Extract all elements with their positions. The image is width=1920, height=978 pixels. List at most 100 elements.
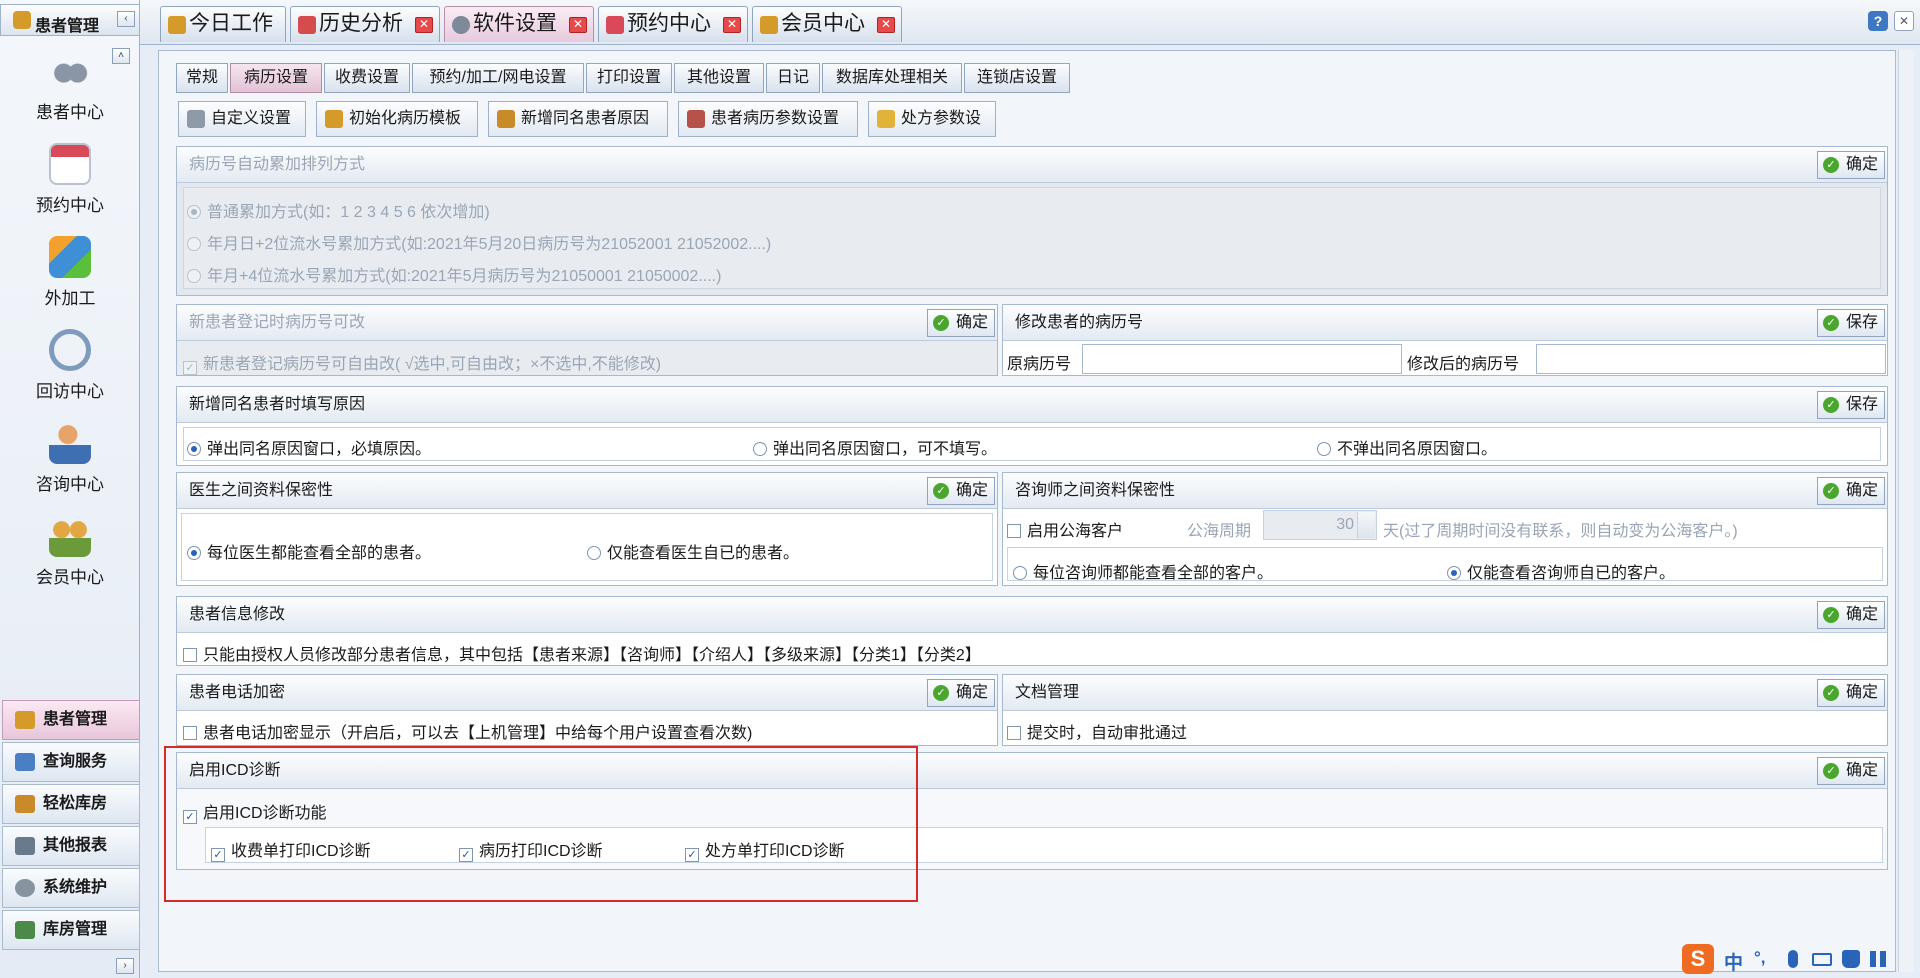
ime-language-toggle[interactable]: 中 — [1724, 948, 1743, 975]
tab-software-settings[interactable]: 软件设置 ✕ — [444, 6, 594, 42]
radio-reason-optional[interactable]: 弹出同名原因窗口，可不填写。 — [753, 435, 997, 459]
checkbox[interactable] — [183, 726, 197, 740]
subtab-medical-record[interactable]: 病历设置 — [230, 63, 322, 93]
radio-no-popup[interactable]: 不弹出同名原因窗口。 — [1317, 435, 1497, 459]
close-icon[interactable]: ✕ — [569, 17, 587, 33]
subtab-diary[interactable]: 日记 — [766, 63, 820, 93]
radio-consultant-view-own[interactable]: 仅能查看咨询师自已的客户。 — [1447, 559, 1675, 583]
window-close-icon[interactable]: ✕ — [1894, 11, 1914, 31]
confirm-button[interactable]: ✓ 确定 — [1816, 601, 1885, 629]
sidebar-item-label: 咨询中心 — [36, 475, 104, 494]
checkbox-phone-encryption[interactable]: 患者电话加密显示（开启后，可以去【上机管理】中给每个用户设置查看次数) — [183, 719, 752, 743]
radio-button[interactable] — [187, 442, 201, 456]
checkbox[interactable] — [1007, 524, 1021, 538]
checkbox[interactable] — [1007, 726, 1021, 740]
close-icon[interactable]: ✕ — [877, 17, 895, 33]
close-icon[interactable]: ✕ — [723, 17, 741, 33]
sidebar-item-patient-center[interactable]: 患者中心 — [10, 50, 130, 123]
confirm-button[interactable]: ✓ 确定 — [926, 309, 995, 337]
sidebar-group-patient-management[interactable]: 患者管理 — [2, 700, 140, 740]
radio-button[interactable] — [187, 205, 201, 219]
ime-logo-icon[interactable]: S — [1682, 944, 1714, 974]
checkbox-editable-record-no[interactable]: ✓ 新患者登记病历号可自由改( √选中,可自由改；×不选中,不能修改) — [183, 350, 661, 375]
radio-button[interactable] — [1317, 442, 1331, 456]
apps-grid-icon[interactable] — [1870, 951, 1886, 967]
radio-button[interactable] — [187, 269, 201, 283]
sidebar-group-system-maintenance[interactable]: 系统维护 — [2, 868, 140, 908]
subtab-chain-store[interactable]: 连锁店设置 — [964, 63, 1070, 93]
save-button[interactable]: ✓ 保存 — [1816, 309, 1885, 337]
confirm-button[interactable]: ✓ 确定 — [1816, 151, 1885, 179]
sidebar-header: 患者管理 ‹ — [0, 4, 140, 36]
subtab-other[interactable]: 其他设置 — [674, 63, 764, 93]
home-icon — [168, 16, 186, 34]
checkbox-auto-approve[interactable]: 提交时，自动审批通过 — [1007, 719, 1187, 743]
checkbox-public-pool[interactable]: 启用公海客户 — [1007, 517, 1123, 541]
sidebar-expand-button[interactable]: › — [116, 958, 134, 974]
radio-button[interactable] — [587, 546, 601, 560]
radio-button[interactable] — [187, 237, 201, 251]
sidebar-item-member-center[interactable]: 会员中心 — [10, 515, 130, 588]
skin-icon[interactable] — [1842, 950, 1860, 968]
new-record-no-input[interactable] — [1536, 344, 1886, 374]
radio-doctor-view-own[interactable]: 仅能查看医生自已的患者。 — [587, 539, 799, 563]
vertical-scrollbar[interactable] — [1898, 50, 1914, 972]
sidebar-item-appointment-center[interactable]: 预约中心 — [10, 143, 130, 216]
subtab-charge[interactable]: 收费设置 — [324, 63, 410, 93]
microphone-icon[interactable] — [1788, 950, 1798, 968]
original-record-no-input[interactable] — [1082, 344, 1402, 374]
sidebar-item-label: 回访中心 — [36, 382, 104, 401]
panel-title: 医生之间资料保密性 — [177, 473, 997, 509]
public-pool-period-input[interactable]: 30 — [1263, 510, 1377, 540]
help-icon[interactable]: ? — [1868, 11, 1888, 31]
ime-toolbar[interactable]: S 中 °, — [1680, 944, 1912, 976]
init-template-button[interactable]: 初始化病历模板 — [316, 101, 478, 137]
tab-today-work[interactable]: 今日工作 — [160, 6, 286, 42]
sidebar-item-follow-up-center[interactable]: 回访中心 — [10, 329, 130, 402]
confirm-button[interactable]: ✓ 确定 — [1816, 757, 1885, 785]
keyboard-icon[interactable] — [1812, 953, 1832, 966]
sidebar-group-easy-warehouse[interactable]: 轻松库房 — [2, 784, 140, 824]
sidebar-group-query-service[interactable]: 查询服务 — [2, 742, 140, 782]
checkbox[interactable] — [183, 648, 197, 662]
tab-appointment-center[interactable]: 预约中心 ✕ — [598, 6, 748, 42]
checkbox[interactable]: ✓ — [183, 361, 197, 375]
same-name-reason-button[interactable]: 新增同名患者原因 — [488, 101, 668, 137]
sidebar-group-other-reports[interactable]: 其他报表 — [2, 826, 140, 866]
ime-punctuation-toggle[interactable]: °, — [1754, 948, 1766, 968]
confirm-button[interactable]: ✓ 确定 — [926, 477, 995, 505]
public-pool-period-label: 公海周期 — [1187, 523, 1252, 540]
tab-member-center[interactable]: 会员中心 ✕ — [752, 6, 902, 42]
confirm-button[interactable]: ✓ 确定 — [1816, 679, 1885, 707]
sidebar-collapse-button[interactable]: ‹ — [117, 11, 135, 27]
radio-ymd-increment[interactable]: 年月日+2位流水号累加方式(如:2021年5月20日病历号为21052001 2… — [187, 230, 771, 254]
radio-doctor-view-all[interactable]: 每位医生都能查看全部的患者。 — [187, 539, 431, 563]
subtab-print[interactable]: 打印设置 — [586, 63, 672, 93]
subtab-general[interactable]: 常规 — [176, 63, 228, 93]
save-button[interactable]: ✓ 保存 — [1816, 391, 1885, 419]
sidebar-group-warehouse-management[interactable]: 库房管理 — [2, 910, 140, 950]
radio-consultant-view-all[interactable]: 每位咨询师都能查看全部的客户。 — [1013, 559, 1273, 583]
radio-button[interactable] — [753, 442, 767, 456]
custom-settings-button[interactable]: 自定义设置 — [178, 101, 306, 137]
radio-reason-required[interactable]: 弹出同名原因窗口，必填原因。 — [187, 435, 431, 459]
sidebar-item-outsourcing[interactable]: 外加工 — [10, 236, 130, 309]
subtab-appointment-processing[interactable]: 预约/加工/网电设置 — [412, 63, 584, 93]
radio-button[interactable] — [1013, 566, 1027, 580]
panel-doctor-confidentiality: 医生之间资料保密性 ✓ 确定 每位医生都能查看全部的患者。 仅能查看医生自已的患者… — [176, 472, 998, 586]
checkbox-authorized-modify[interactable]: 只能由授权人员修改部分患者信息，其中包括【患者来源】【咨询师】【介绍人】【多级来… — [183, 641, 981, 665]
radio-button[interactable] — [1447, 566, 1461, 580]
sidebar-item-consult-center[interactable]: 咨询中心 — [10, 422, 130, 495]
tab-history-analysis[interactable]: 历史分析 ✕ — [290, 6, 440, 42]
radio-normal-increment[interactable]: 普通累加方式(如：1 2 3 4 5 6 依次增加) — [187, 198, 490, 222]
option-label: 仅能查看医生自已的患者。 — [607, 545, 800, 562]
spinner-icon[interactable] — [1357, 512, 1375, 538]
radio-ym-increment[interactable]: 年月+4位流水号累加方式(如:2021年5月病历号为21050001 21050… — [187, 262, 721, 286]
subtab-database[interactable]: 数据库处理相关 — [822, 63, 962, 93]
close-icon[interactable]: ✕ — [415, 17, 433, 33]
confirm-button[interactable]: ✓ 确定 — [1816, 477, 1885, 505]
prescription-params-button[interactable]: 处方参数设 — [868, 101, 996, 137]
record-params-button[interactable]: 患者病历参数设置 — [678, 101, 858, 137]
radio-button[interactable] — [187, 546, 201, 560]
confirm-button[interactable]: ✓ 确定 — [926, 679, 995, 707]
